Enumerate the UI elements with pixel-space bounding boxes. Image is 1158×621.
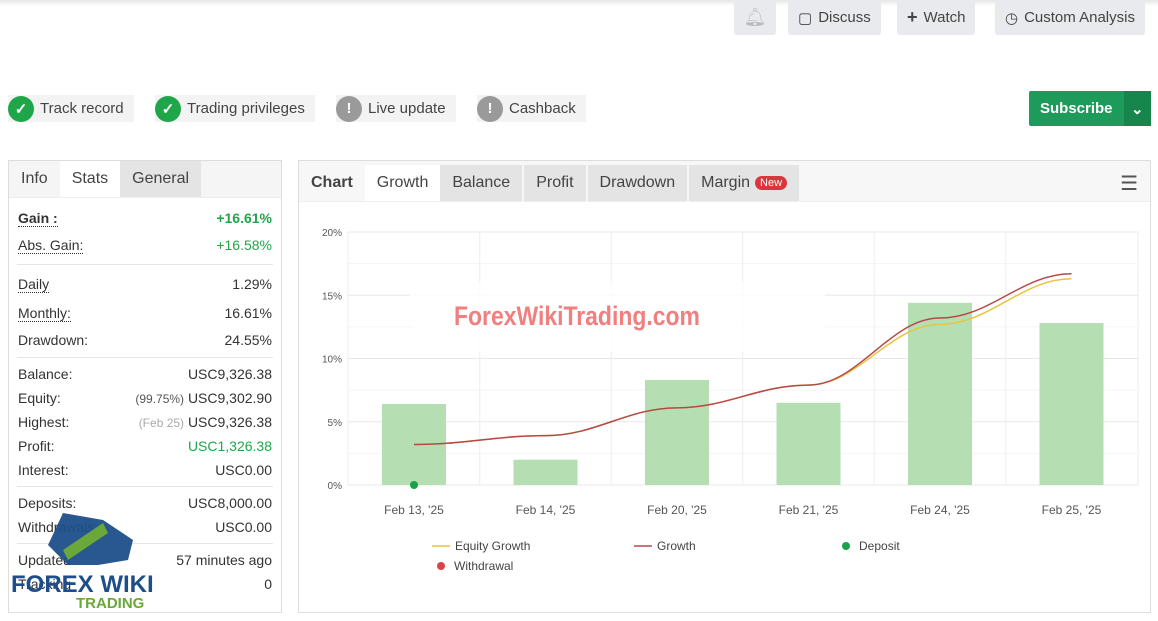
bar (513, 459, 578, 485)
legend-label: Growth (657, 539, 696, 553)
x-tick-label: Feb 21, '25 (779, 503, 839, 517)
legend-swatch (842, 542, 850, 550)
watermark-text: ForexWikiTrading.com (454, 301, 700, 331)
y-tick-label: 5% (328, 418, 343, 429)
legend-label: Deposit (859, 539, 900, 553)
bar (908, 302, 972, 485)
x-tick-label: Feb 24, '25 (910, 503, 970, 517)
legend-swatch (437, 562, 445, 570)
x-tick-label: Feb 13, '25 (384, 503, 444, 517)
legend-label: Equity Growth (455, 539, 530, 553)
bar (645, 380, 709, 485)
y-tick-label: 20% (322, 228, 342, 239)
x-tick-label: Feb 14, '25 (516, 503, 576, 517)
bar (776, 402, 841, 485)
x-tick-label: Feb 25, '25 (1042, 503, 1102, 517)
y-tick-label: 10% (322, 355, 342, 366)
x-tick-label: Feb 20, '25 (647, 503, 707, 517)
legend-label: Withdrawal (454, 559, 513, 573)
bar (1039, 323, 1104, 485)
y-tick-label: 15% (322, 291, 342, 302)
deposit-point (410, 481, 418, 489)
y-tick-label: 0% (328, 481, 343, 492)
